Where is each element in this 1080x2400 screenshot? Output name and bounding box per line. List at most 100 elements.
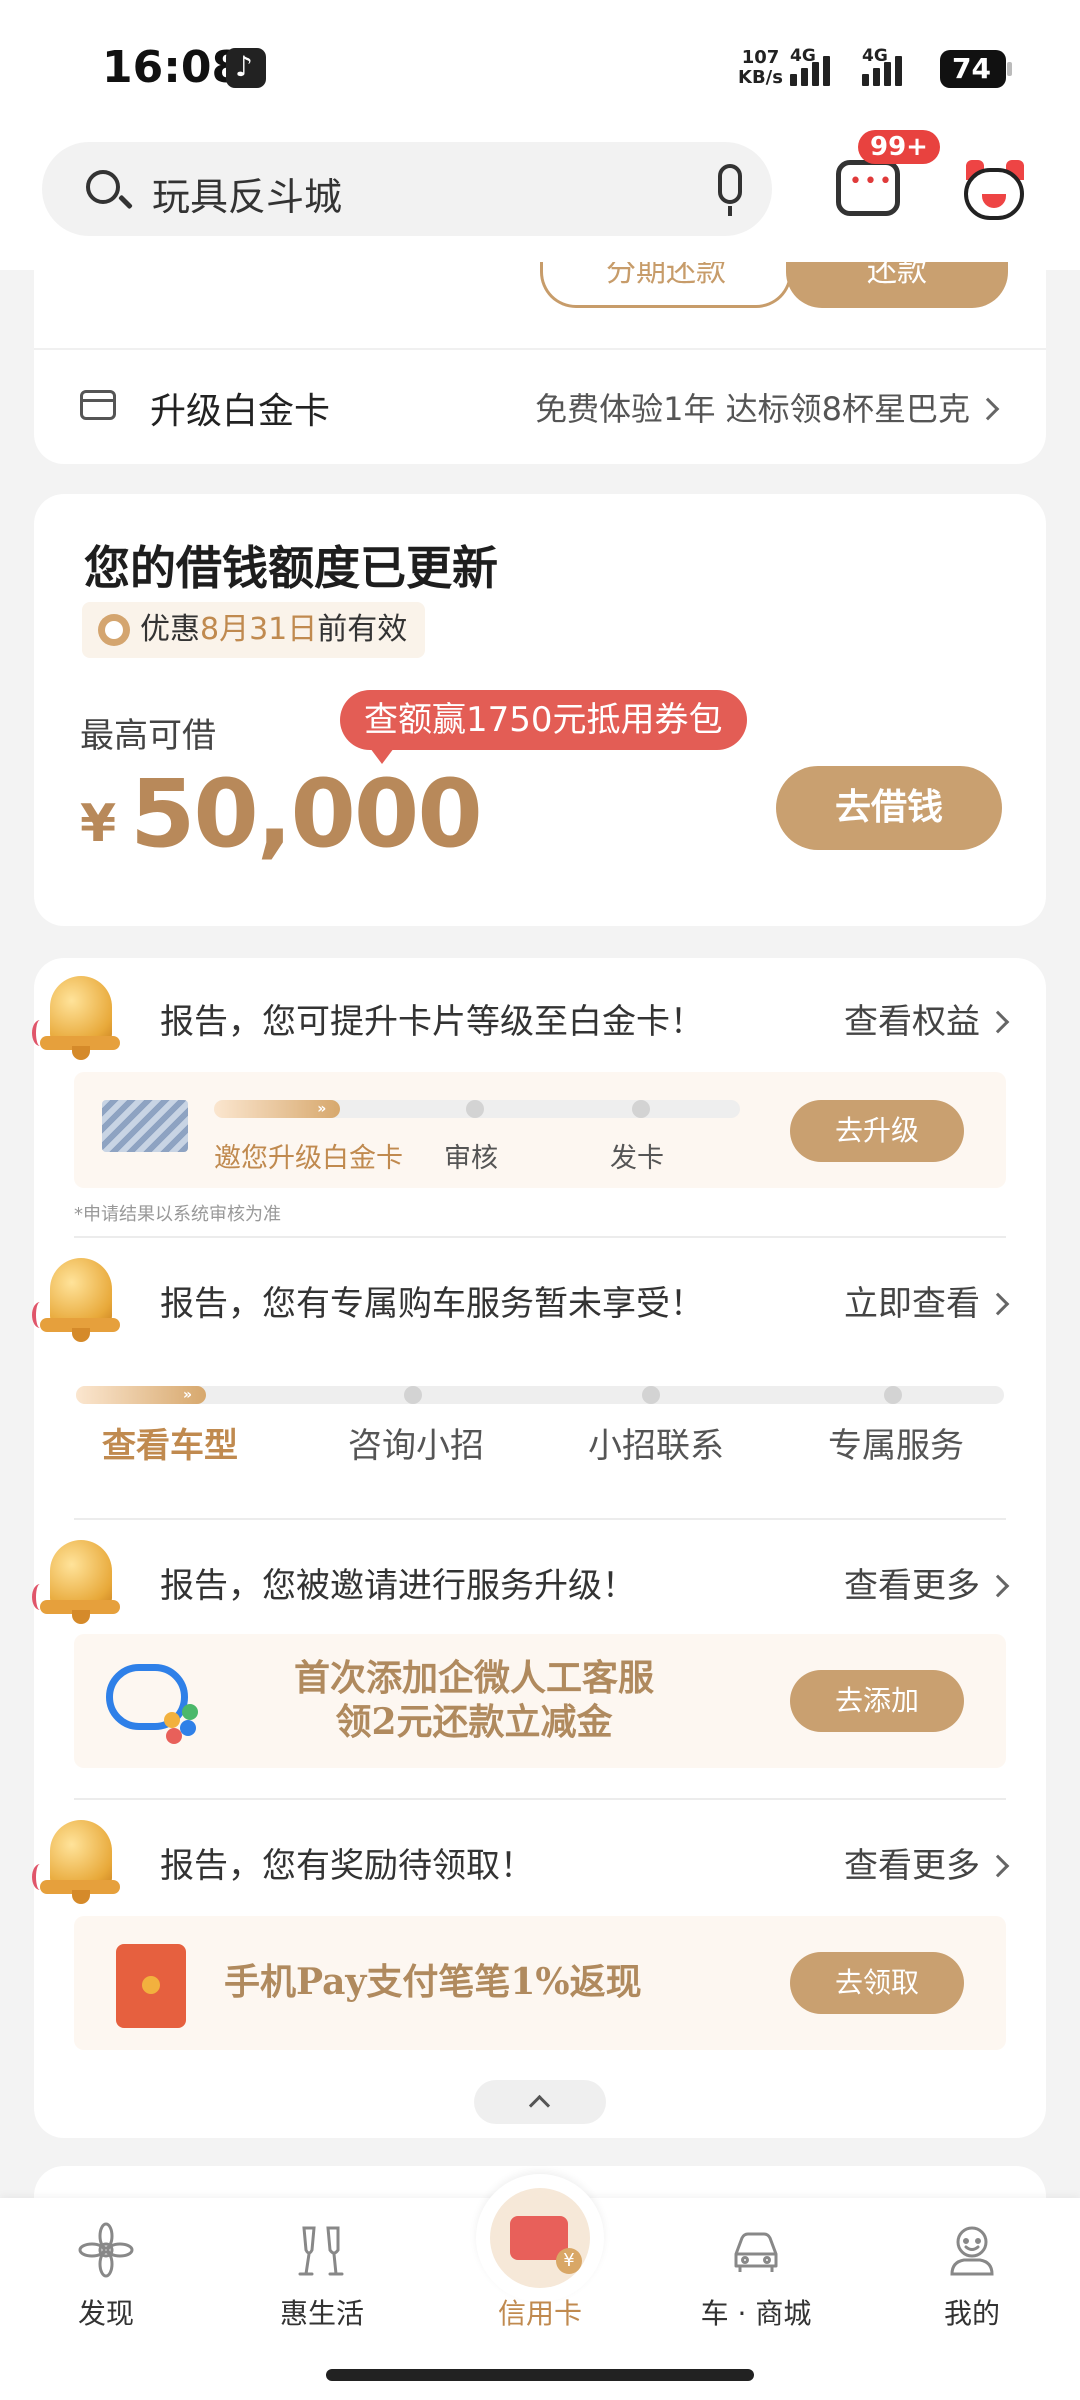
progress-dot	[884, 1386, 902, 1404]
signal-2-icon: 4G	[862, 46, 902, 86]
car-icon	[734, 2232, 778, 2272]
promo-validity: 优惠8月31日前有效	[82, 602, 426, 658]
car-step-4: 专属服务	[828, 1426, 964, 1466]
coupon-tooltip[interactable]: 查额赢1750元抵用券包	[340, 690, 747, 764]
upgrade-platinum-link[interactable]: 免费体验1年 达标领8杯星巴克	[535, 384, 1000, 430]
service-promo-text: 首次添加企微人工客服 领2元还款立减金	[234, 1656, 714, 1744]
flower-icon	[78, 2222, 134, 2278]
profile-icon	[950, 2226, 994, 2276]
car-step-2: 咨询小招	[348, 1426, 484, 1466]
top-header: 玩具反斗城 99+	[0, 130, 1080, 270]
notice-reward-title: 报告，您有奖励待领取！	[160, 1846, 534, 1886]
tiktok-notification-icon	[226, 48, 266, 88]
upgrade-progress-track: »	[214, 1100, 740, 1118]
chevron-right-icon	[976, 397, 1000, 421]
nav-discover[interactable]: 发现	[16, 2198, 196, 2348]
upgrade-button[interactable]: 去升级	[790, 1100, 964, 1162]
bell-icon	[32, 1814, 122, 1906]
repay-button[interactable]: 还款	[786, 262, 1008, 308]
nav-profile-label: 我的	[943, 2297, 1000, 2330]
message-badge: 99+	[858, 130, 940, 164]
service-promo-box: 首次添加企微人工客服 领2元还款立减金 去添加	[74, 1634, 1006, 1768]
search-bar[interactable]: 玩具反斗城	[42, 142, 772, 236]
search-icon	[86, 170, 120, 204]
status-bar: 16:08 107 KB/s 4G 4G 74	[0, 0, 1080, 130]
upgrade-platinum-subtitle: 免费体验1年 达标领8杯星巴克	[535, 390, 970, 428]
view-more-link[interactable]: 查看更多	[844, 1558, 1010, 1607]
loan-card: 您的借钱额度已更新 优惠8月31日前有效 最高可借 查额赢1750元抵用券包 ¥…	[34, 494, 1046, 926]
borrow-button[interactable]: 去借钱	[776, 766, 1002, 850]
bell-icon	[32, 1534, 122, 1626]
nav-life[interactable]: 惠生活	[232, 2198, 412, 2348]
upgrade-progress-fill: »	[214, 1100, 341, 1118]
view-more-label: 查看更多	[844, 1566, 980, 1606]
loan-title: 您的借钱额度已更新	[84, 541, 498, 595]
max-borrow-label: 最高可借	[80, 716, 216, 756]
view-benefits-label: 查看权益	[844, 1002, 980, 1042]
home-indicator[interactable]	[326, 2369, 754, 2381]
upgrade-progress-box: » 邀您升级白金卡 审核 发卡 去升级	[74, 1072, 1006, 1188]
nav-credit-card[interactable]: 信用卡	[450, 2198, 630, 2348]
network-speed-value: 107	[741, 47, 780, 68]
chevron-right-icon	[986, 1010, 1010, 1034]
upgrade-platinum-title[interactable]: 升级白金卡	[150, 382, 330, 434]
divider	[34, 348, 1046, 350]
battery-level: 74	[952, 52, 991, 85]
red-packet-icon	[116, 1944, 186, 2028]
signal-1-label: 4G	[790, 46, 816, 66]
view-benefits-link[interactable]: 查看权益	[844, 994, 1010, 1043]
nav-car-mall-label: 车 · 商城	[700, 2297, 812, 2330]
chevron-right-icon	[986, 1292, 1010, 1316]
progress-dot	[466, 1100, 484, 1118]
glasses-icon	[298, 2226, 344, 2276]
car-progress-fill: »	[76, 1386, 206, 1404]
avatar-icon[interactable]	[960, 160, 1030, 224]
wechat-work-icon	[104, 1660, 204, 1744]
view-now-link[interactable]: 立即查看	[844, 1276, 1010, 1325]
divider	[74, 1236, 1006, 1238]
message-icon[interactable]	[836, 160, 900, 216]
nav-car-mall[interactable]: 车 · 商城	[666, 2198, 846, 2348]
car-step-1[interactable]: 查看车型	[102, 1418, 238, 1467]
loan-amount: 50,000	[130, 760, 483, 869]
network-speed: 107 KB/s	[738, 48, 783, 88]
notices-card: 报告，您可提升卡片等级至白金卡！ 查看权益 » 邀您升级白金卡 审核 发卡 去升…	[32, 958, 1046, 2138]
search-input[interactable]: 玩具反斗城	[152, 166, 342, 221]
reward-promo-text: 手机Pay支付笔笔1%返现	[224, 1961, 642, 2003]
notice-service-title: 报告，您被邀请进行服务升级！	[160, 1566, 636, 1606]
signal-2-label: 4G	[862, 46, 888, 66]
installment-repay-button[interactable]: 分期还款	[540, 262, 792, 308]
chevron-right-icon	[986, 1854, 1010, 1878]
view-more-link[interactable]: 查看更多	[844, 1838, 1010, 1887]
mic-icon[interactable]	[718, 164, 742, 216]
notice-car-title: 报告，您有专属购车服务暂未享受！	[160, 1284, 704, 1324]
view-more-label: 查看更多	[844, 1846, 980, 1886]
claim-button[interactable]: 去领取	[790, 1952, 964, 2014]
car-progress-track: »	[76, 1386, 1004, 1404]
clock-icon	[98, 614, 130, 646]
add-button[interactable]: 去添加	[790, 1670, 964, 1732]
promo-prefix: 优惠	[140, 612, 200, 647]
view-now-label: 立即查看	[844, 1284, 980, 1324]
chevron-right-icon	[986, 1574, 1010, 1598]
upgrade-step-1: 邀您升级白金卡	[214, 1143, 403, 1174]
reward-promo-box: 手机Pay支付笔笔1%返现 去领取	[74, 1916, 1006, 2050]
nav-credit-card-label: 信用卡	[497, 2297, 582, 2330]
progress-dot	[632, 1100, 650, 1118]
car-step-3: 小招联系	[588, 1426, 724, 1466]
promo-date: 8月31日	[200, 612, 318, 647]
nav-profile[interactable]: 我的	[882, 2198, 1062, 2348]
service-promo-line2: 领2元还款立减金	[335, 1701, 613, 1743]
nav-life-label: 惠生活	[279, 2297, 364, 2330]
progress-dot	[642, 1386, 660, 1404]
bell-icon	[32, 970, 122, 1062]
collapse-button[interactable]	[474, 2080, 606, 2124]
signal-1-icon: 4G	[790, 46, 830, 86]
divider	[74, 1798, 1006, 1800]
promo-suffix: 前有效	[317, 612, 408, 647]
currency-symbol: ¥	[80, 794, 117, 854]
progress-dot	[404, 1386, 422, 1404]
card-icon	[80, 390, 116, 420]
repayment-card: 分期还款 还款 升级白金卡 免费体验1年 达标领8杯星巴克	[34, 262, 1046, 464]
status-time: 16:08	[102, 42, 243, 93]
